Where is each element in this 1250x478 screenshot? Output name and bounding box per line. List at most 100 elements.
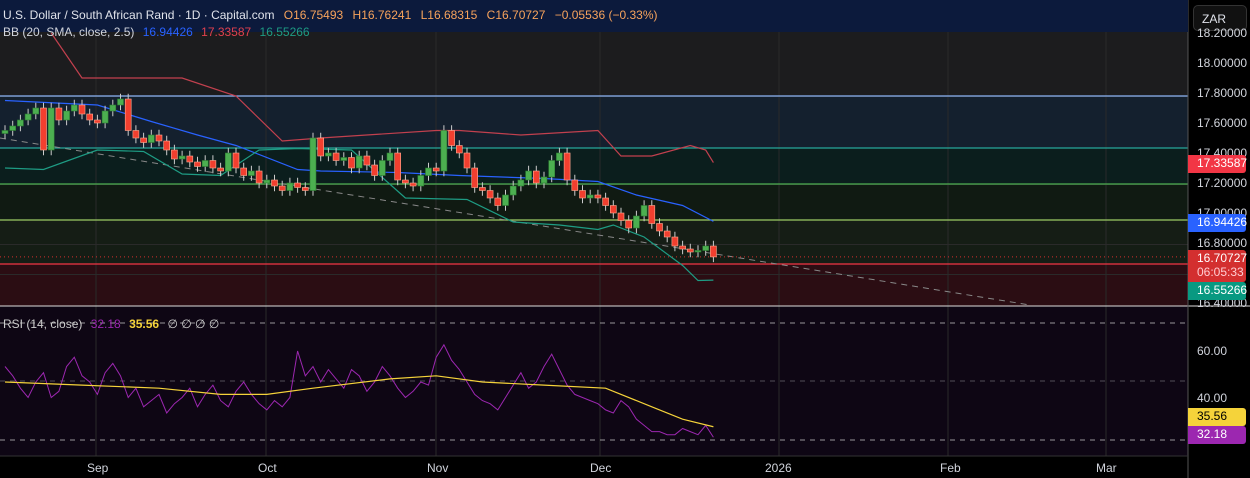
rsi-label: RSI (14, close) bbox=[3, 317, 83, 331]
candle-down bbox=[278, 185, 286, 191]
candle-down bbox=[617, 212, 625, 221]
candle-down bbox=[78, 104, 86, 115]
candle-down bbox=[124, 98, 132, 131]
candle-up bbox=[548, 160, 556, 178]
candle-down bbox=[348, 157, 355, 169]
symbol-legend: U.S. Dollar / South African Rand · 1D · … bbox=[3, 8, 663, 22]
bb-upper-value: 17.33587 bbox=[201, 25, 252, 39]
candle-up bbox=[694, 250, 702, 253]
candle-down bbox=[432, 167, 440, 172]
candle-up bbox=[32, 107, 40, 115]
time-label: Dec bbox=[590, 461, 612, 475]
candle-down bbox=[409, 182, 417, 187]
last-price-tag: 16.70727 06:05:33 bbox=[1188, 250, 1248, 282]
candle-down bbox=[163, 140, 170, 151]
candle-down bbox=[40, 107, 47, 151]
candle-down bbox=[155, 134, 163, 142]
candle-down bbox=[663, 230, 671, 238]
time-label: Feb bbox=[940, 461, 961, 475]
rsi-tick: 60.00 bbox=[1197, 344, 1228, 358]
rsi-value: 32.18 bbox=[90, 317, 121, 331]
candle-up bbox=[340, 157, 348, 161]
candle-down bbox=[240, 167, 247, 176]
candle-up bbox=[309, 137, 317, 191]
candle-down bbox=[579, 190, 586, 199]
candle-down bbox=[710, 245, 717, 258]
candle-up bbox=[440, 130, 448, 172]
candle-up bbox=[24, 113, 32, 121]
zone-background bbox=[0, 220, 1188, 264]
open-value: O16.75493 bbox=[283, 8, 344, 22]
candle-down bbox=[209, 160, 217, 169]
candle-up bbox=[47, 107, 55, 151]
candle-up bbox=[225, 152, 232, 172]
rsi-ma-value: 35.56 bbox=[129, 317, 160, 331]
candle-up bbox=[502, 194, 509, 206]
bb-basis-tag: 16.94426 bbox=[1188, 214, 1247, 232]
bb-legend[interactable]: BB (20, SMA, close, 2.5) 16.94426 17.335… bbox=[3, 25, 315, 39]
candle-down bbox=[86, 113, 93, 121]
price-tick: 18.20000 bbox=[1197, 26, 1248, 40]
candle-down bbox=[194, 161, 201, 167]
candle-down bbox=[602, 197, 609, 206]
candle-down bbox=[679, 245, 686, 250]
zone-background bbox=[0, 96, 1188, 148]
rsi-legend[interactable]: RSI (14, close) 32.18 35.56 ∅ ∅ ∅ ∅ bbox=[3, 317, 224, 331]
candle-up bbox=[425, 167, 432, 176]
candle-up bbox=[640, 205, 648, 217]
candle-down bbox=[294, 182, 301, 188]
candle-up bbox=[355, 155, 363, 169]
zone-background bbox=[0, 148, 1188, 184]
zone-background bbox=[0, 264, 1188, 306]
candle-down bbox=[255, 170, 263, 184]
candle-down bbox=[448, 130, 455, 146]
candle-down bbox=[455, 145, 463, 154]
candle-down bbox=[656, 223, 663, 232]
rsi-extra-values: ∅ ∅ ∅ ∅ bbox=[167, 317, 220, 331]
candle-up bbox=[9, 125, 16, 131]
candle-down bbox=[271, 179, 278, 187]
candle-down bbox=[671, 236, 679, 247]
time-label: Sep bbox=[87, 461, 109, 475]
candle-down bbox=[332, 152, 340, 161]
candle-down bbox=[594, 194, 602, 199]
candle-up bbox=[386, 152, 394, 161]
candle-up bbox=[109, 104, 117, 112]
candle-down bbox=[571, 179, 579, 191]
candle-up bbox=[71, 104, 78, 112]
candle-down bbox=[132, 130, 140, 139]
symbol-title[interactable]: U.S. Dollar / South African Rand · 1D · … bbox=[3, 8, 274, 22]
candle-down bbox=[55, 107, 63, 121]
price-chart[interactable] bbox=[0, 0, 1250, 478]
candle-down bbox=[301, 187, 309, 191]
candle-up bbox=[148, 134, 155, 143]
candle-down bbox=[471, 167, 479, 188]
candle-down bbox=[363, 155, 371, 166]
rsi-tick: 40.00 bbox=[1197, 391, 1228, 405]
candle-up bbox=[417, 175, 425, 187]
price-tick: 17.60000 bbox=[1197, 116, 1248, 130]
candle-up bbox=[117, 98, 124, 106]
candle-up bbox=[702, 245, 710, 251]
candle-down bbox=[494, 197, 502, 206]
candle-down bbox=[479, 187, 486, 191]
candle-down bbox=[371, 164, 378, 176]
candle-up bbox=[1, 130, 9, 134]
candle-down bbox=[648, 205, 656, 224]
time-label: Mar bbox=[1096, 461, 1117, 475]
rsi-ma-tag: 35.56 bbox=[1188, 408, 1246, 426]
candle-up bbox=[17, 119, 24, 127]
bb-basis-value: 16.94426 bbox=[142, 25, 193, 39]
candle-up bbox=[586, 194, 594, 199]
last-price: 16.70727 bbox=[1197, 251, 1248, 265]
time-label: 2026 bbox=[765, 461, 792, 475]
candle-down bbox=[486, 190, 494, 199]
candle-up bbox=[556, 152, 563, 161]
candle-down bbox=[232, 152, 240, 169]
zone-background bbox=[0, 32, 1188, 96]
candle-down bbox=[186, 155, 194, 163]
candle-down bbox=[317, 137, 325, 157]
candle-up bbox=[201, 160, 209, 167]
candle-up bbox=[509, 185, 517, 196]
candle-down bbox=[94, 119, 101, 124]
